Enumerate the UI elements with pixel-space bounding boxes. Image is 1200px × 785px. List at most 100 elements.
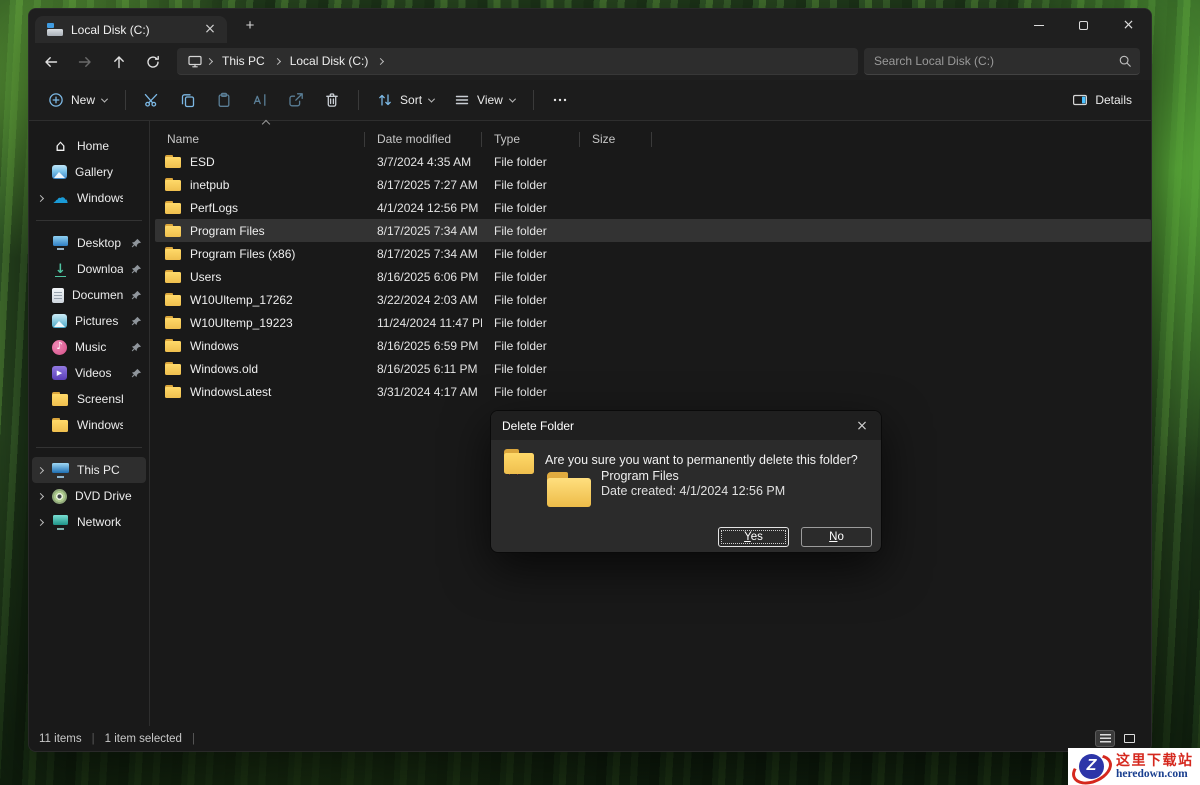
folder-icon (165, 385, 181, 398)
forward-button[interactable] (69, 48, 101, 76)
folder-icon (165, 293, 181, 306)
folder-icon (165, 178, 181, 191)
sidebar-item[interactable]: This PC (32, 457, 146, 483)
file-type: File folder (482, 224, 580, 238)
file-name: Windows.old (190, 362, 258, 376)
copy-button[interactable] (171, 85, 205, 115)
paste-button[interactable] (207, 85, 241, 115)
file-date-modified: 8/17/2025 7:34 AM (365, 224, 482, 238)
status-divider: | (92, 733, 95, 745)
file-date-modified: 3/31/2024 4:17 AM (365, 385, 482, 399)
sidebar-item-label: WindowsLatest (77, 418, 123, 432)
file-row[interactable]: Users 8/16/2025 6:06 PM File folder (155, 265, 1151, 288)
sidebar-item[interactable]: Music (32, 334, 146, 360)
titlebar[interactable]: Local Disk (C:) × + × (29, 9, 1151, 43)
share-button[interactable] (279, 85, 313, 115)
watermark-letter: Z (1079, 754, 1104, 779)
file-row[interactable]: Program Files (x86) 8/17/2025 7:34 AM Fi… (155, 242, 1151, 265)
more-options-button[interactable] (543, 85, 577, 115)
pin-icon (131, 290, 142, 301)
sidebar-item[interactable]: WindowsLatest (32, 412, 146, 438)
file-row[interactable]: WindowsLatest 3/31/2024 4:17 AM File fol… (155, 380, 1151, 403)
search-icon[interactable] (1118, 54, 1132, 68)
delete-button[interactable] (315, 85, 349, 115)
file-type: File folder (482, 247, 580, 261)
file-date-modified: 8/17/2025 7:34 AM (365, 247, 482, 261)
dialog-close-icon[interactable]: × (847, 418, 877, 434)
details-pane-button[interactable]: Details (1063, 85, 1141, 115)
back-arrow-icon (43, 54, 59, 70)
file-row[interactable]: ESD 3/7/2024 4:35 AM File folder (155, 150, 1151, 173)
sidebar-item[interactable]: Videos (32, 360, 146, 386)
breadcrumb-item[interactable]: This PC (216, 52, 280, 70)
maximize-button[interactable] (1061, 9, 1106, 41)
yes-button[interactable]: Yes (718, 527, 789, 547)
close-button[interactable]: × (1106, 9, 1151, 41)
new-button[interactable]: New (39, 85, 116, 115)
column-header[interactable]: Name (155, 131, 365, 148)
file-date-modified: 3/22/2024 2:03 AM (365, 293, 482, 307)
sidebar-item[interactable]: Pictures (32, 308, 146, 334)
breadcrumb-chevron-icon[interactable] (274, 57, 281, 64)
column-header[interactable]: Date modified (365, 131, 482, 148)
file-name: Program Files (190, 224, 265, 238)
chevron-right-icon[interactable] (36, 194, 43, 201)
sort-label: Sort (400, 93, 422, 107)
explorer-tab[interactable]: Local Disk (C:) × (35, 16, 227, 43)
file-row[interactable]: PerfLogs 4/1/2024 12:56 PM File folder (155, 196, 1151, 219)
file-row[interactable]: inetpub 8/17/2025 7:27 AM File folder (155, 173, 1151, 196)
breadcrumb[interactable]: This PC Local Disk (C:) (177, 48, 858, 75)
sidebar-item[interactable]: WindowsLatest - Pe (32, 185, 146, 211)
breadcrumb-item[interactable]: Local Disk (C:) (284, 52, 384, 70)
details-view-button[interactable] (1095, 730, 1115, 747)
file-row[interactable]: Program Files 8/17/2025 7:34 AM File fol… (155, 219, 1151, 242)
column-header[interactable]: Type (482, 131, 580, 148)
view-button[interactable]: View (445, 85, 524, 115)
chevron-right-icon[interactable] (36, 466, 43, 473)
sidebar-item-label: Documents (72, 288, 123, 302)
watermark-site-name: 这里下载站 (1116, 752, 1194, 768)
tab-close-icon[interactable]: × (201, 21, 219, 39)
sidebar-item[interactable]: Gallery (32, 159, 146, 185)
up-button[interactable] (103, 48, 135, 76)
refresh-button[interactable] (137, 48, 169, 76)
minimize-icon (1034, 25, 1044, 26)
sidebar-item[interactable]: Desktop (32, 230, 146, 256)
rename-button[interactable] (243, 85, 277, 115)
file-date-modified: 8/16/2025 6:59 PM (365, 339, 482, 353)
file-type: File folder (482, 339, 580, 353)
status-bar: 11 items | 1 item selected | (29, 726, 1151, 751)
breadcrumb-label[interactable]: This PC (216, 52, 271, 70)
sidebar-item[interactable]: DVD Drive (D:) CCC (32, 483, 146, 509)
minimize-button[interactable] (1016, 9, 1061, 41)
search-box[interactable] (864, 48, 1140, 75)
file-date-modified: 8/17/2025 7:27 AM (365, 178, 482, 192)
file-row[interactable]: W10Ultemp_17262 3/22/2024 2:03 AM File f… (155, 288, 1151, 311)
sidebar-item[interactable]: Home (32, 133, 146, 159)
sidebar-item-icon (52, 391, 69, 407)
new-tab-button[interactable]: + (239, 16, 261, 38)
file-row[interactable]: W10Ultemp_19223 11/24/2024 11:47 PM File… (155, 311, 1151, 334)
file-type: File folder (482, 270, 580, 284)
no-button[interactable]: No (801, 527, 872, 547)
back-button[interactable] (35, 48, 67, 76)
sidebar-item[interactable]: Screenshots (32, 386, 146, 412)
file-row[interactable]: Windows 8/16/2025 6:59 PM File folder (155, 334, 1151, 357)
breadcrumb-label[interactable]: Local Disk (C:) (284, 52, 375, 70)
chevron-right-icon[interactable] (36, 492, 43, 499)
dialog-titlebar[interactable]: Delete Folder × (491, 411, 881, 440)
breadcrumb-chevron-icon[interactable] (377, 57, 384, 64)
column-header[interactable]: Size (580, 131, 652, 148)
sidebar-item[interactable]: Downloads (32, 256, 146, 282)
file-row[interactable]: Windows.old 8/16/2025 6:11 PM File folde… (155, 357, 1151, 380)
sidebar-item[interactable]: Network (32, 509, 146, 535)
large-icons-view-button[interactable] (1119, 730, 1139, 747)
cut-button[interactable] (135, 85, 169, 115)
sidebar-item[interactable]: Documents (32, 282, 146, 308)
pin-icon (131, 342, 142, 353)
sort-button[interactable]: Sort (368, 85, 443, 115)
file-name: W10Ultemp_19223 (190, 316, 293, 330)
close-icon: × (1123, 17, 1135, 33)
search-input[interactable] (874, 54, 1118, 68)
chevron-right-icon[interactable] (36, 518, 43, 525)
